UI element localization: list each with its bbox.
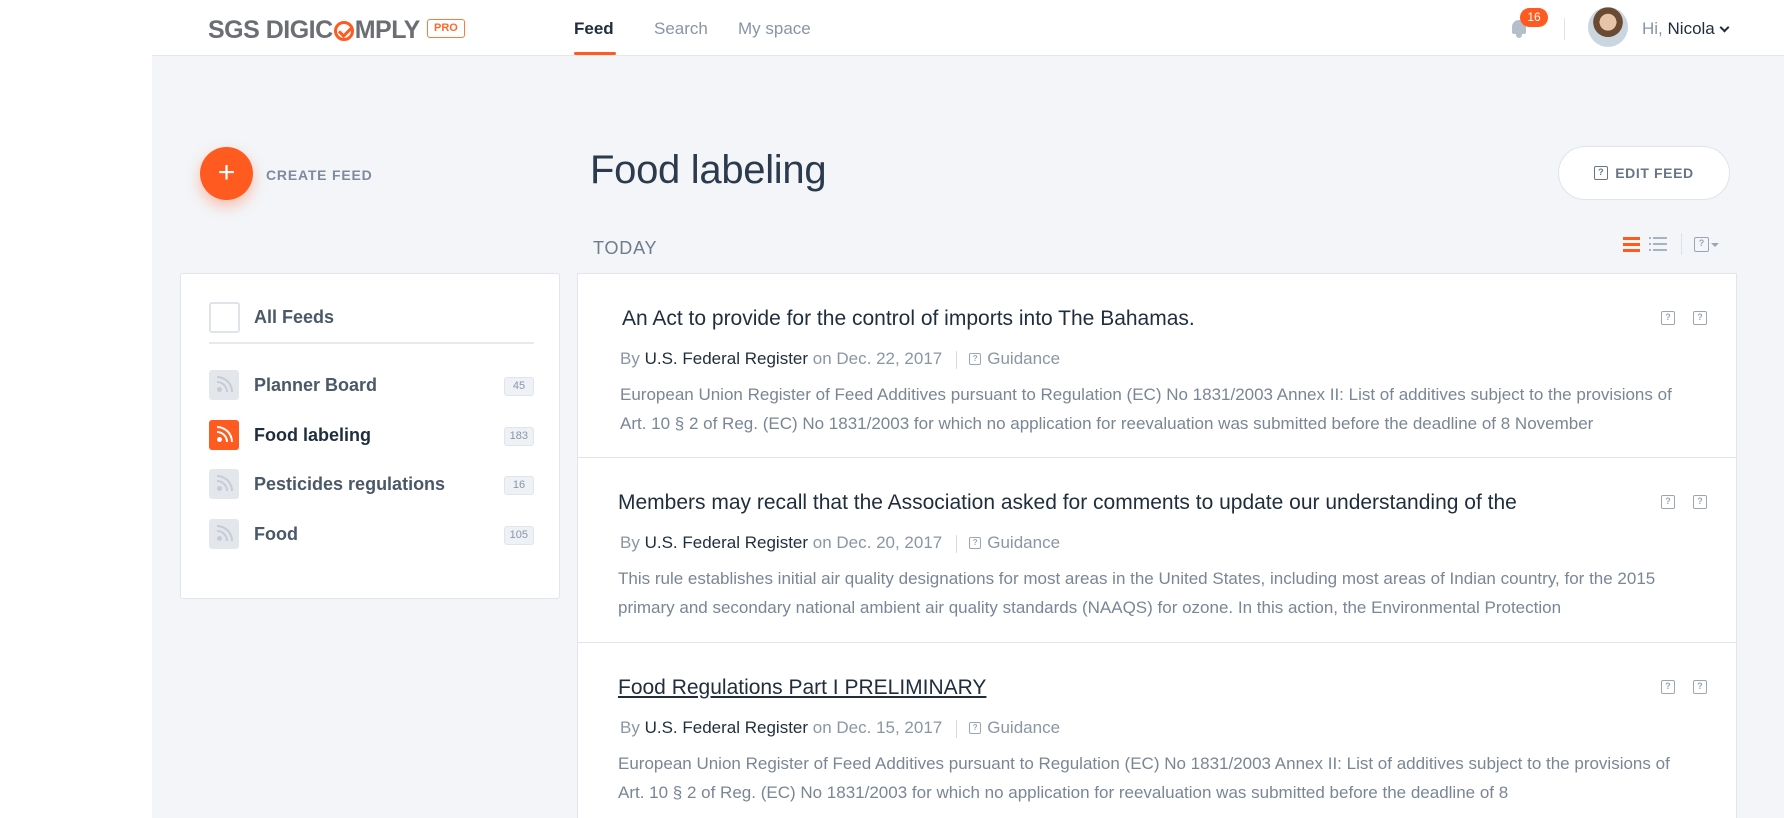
article-description: This rule establishes initial air qualit… [618,569,1656,617]
bookmark-icon[interactable]: ? [1661,679,1675,694]
feed-name: Planner Board [254,375,378,395]
active-tab-indicator [574,52,616,55]
feed-name: Food [254,524,298,544]
feed-name: Pesticides regulations [254,474,446,494]
feed-count-badge: 45 [504,377,534,396]
article-source[interactable]: U.S. Federal Register [645,349,808,368]
article-card[interactable]: An Act to provide for the control of imp… [577,273,1737,458]
caret-down-icon [1711,242,1719,247]
article-card[interactable]: Food Regulations Part I PRELIMINARY ?? B… [577,643,1737,818]
app-shell: SGS DIGIC MPLY PRO Feed Search My space 1… [152,0,1784,818]
top-navigation-bar: SGS DIGIC MPLY PRO Feed Search My space 1… [152,0,1784,56]
feed-count-badge: 183 [503,427,534,446]
user-menu[interactable]: Hi, Nicola [1642,19,1730,39]
edit-feed-label: EDIT FEED [1615,165,1694,181]
meta-divider [956,350,958,369]
by-label: By [620,533,640,552]
tab-my-space[interactable]: My space [738,19,811,39]
feeds-divider [209,342,534,344]
article-description: European Union Register of Feed Additive… [620,385,1672,433]
chevron-down-icon [1719,22,1730,33]
feed-count-badge: 16 [504,476,534,495]
create-feed-label[interactable]: CREATE FEED [266,167,373,183]
article-type: Guidance [987,533,1061,552]
brand-name-part1: SGS DIGIC [208,16,333,44]
article-date: on Dec. 20, 2017 [812,533,943,552]
share-icon[interactable]: ? [1693,679,1707,694]
feed-name: Food labeling [254,425,371,445]
article-meta: By U.S. Federal Register on Dec. 22, 201… [620,349,1060,369]
article-meta: By U.S. Federal Register on Dec. 15, 201… [620,718,1060,738]
article-actions: ?? [1643,493,1707,511]
avatar[interactable] [1588,7,1628,47]
card-view-icon[interactable] [1623,237,1640,252]
article-title[interactable]: Members may recall that the Association … [618,491,1517,515]
article-actions: ?? [1643,678,1707,696]
share-icon[interactable]: ? [1693,310,1707,325]
article-type: Guidance [987,349,1061,368]
sidebar-item-food-labeling[interactable]: Food labeling 183 [209,420,534,452]
article-date: on Dec. 15, 2017 [812,718,943,737]
brand-logo[interactable]: SGS DIGIC MPLY [208,16,420,45]
greeting-text: Hi, [1642,19,1663,38]
rss-icon [209,370,239,400]
document-type-icon: ? [969,536,982,549]
article-type: Guidance [987,718,1061,737]
article-list: An Act to provide for the control of imp… [577,273,1737,818]
rss-icon [209,519,239,549]
article-actions: ?? [1643,309,1707,327]
sidebar-item-food[interactable]: Food 105 [209,519,534,551]
all-feeds-label[interactable]: All Feeds [254,307,334,328]
sidebar-item-pesticides-regulations[interactable]: Pesticides regulations 16 [209,469,534,501]
section-label-today: TODAY [593,238,658,258]
article-description: European Union Register of Feed Additive… [618,754,1670,802]
rss-icon [209,420,239,450]
meta-divider [956,534,958,553]
user-name: Nicola [1667,19,1715,38]
bookmark-icon[interactable]: ? [1661,310,1675,325]
sidebar-item-planner-board[interactable]: Planner Board 45 [209,370,534,402]
article-date: on Dec. 22, 2017 [812,349,943,368]
toolbar-divider [1681,233,1682,255]
feeds-sidebar: All Feeds Planner Board 45 Food labeling… [180,273,560,599]
all-feeds-checkbox[interactable] [209,302,240,333]
document-type-icon: ? [969,352,982,365]
rss-icon [209,469,239,499]
article-meta: By U.S. Federal Register on Dec. 20, 201… [620,533,1060,553]
share-icon[interactable]: ? [1693,494,1707,509]
list-view-icon[interactable] [1649,237,1667,252]
create-feed-button[interactable]: + [200,147,253,200]
meta-divider [956,719,958,738]
article-card[interactable]: Members may recall that the Association … [577,458,1737,643]
sort-options-dropdown[interactable]: ? [1694,236,1719,254]
page-title: Food labeling [590,148,827,192]
notification-count-badge: 16 [1520,8,1548,27]
pro-badge: PRO [427,19,465,38]
tab-feed[interactable]: Feed [574,19,614,39]
edit-feed-button[interactable]: ? EDIT FEED [1558,146,1730,200]
edit-icon: ? [1594,166,1609,181]
header-divider [1564,18,1565,40]
bookmark-icon[interactable]: ? [1661,494,1675,509]
brand-name-part2: MPLY [354,16,421,44]
article-source[interactable]: U.S. Federal Register [645,718,808,737]
article-title[interactable]: Food Regulations Part I PRELIMINARY [618,676,986,700]
feed-count-badge: 105 [503,526,534,545]
article-title[interactable]: An Act to provide for the control of imp… [622,307,1195,331]
checkmark-logo-icon [333,20,354,41]
by-label: By [620,349,640,368]
sort-icon: ? [1694,237,1709,253]
article-source[interactable]: U.S. Federal Register [645,533,808,552]
document-type-icon: ? [969,721,982,734]
by-label: By [620,718,640,737]
tab-search[interactable]: Search [654,19,708,39]
